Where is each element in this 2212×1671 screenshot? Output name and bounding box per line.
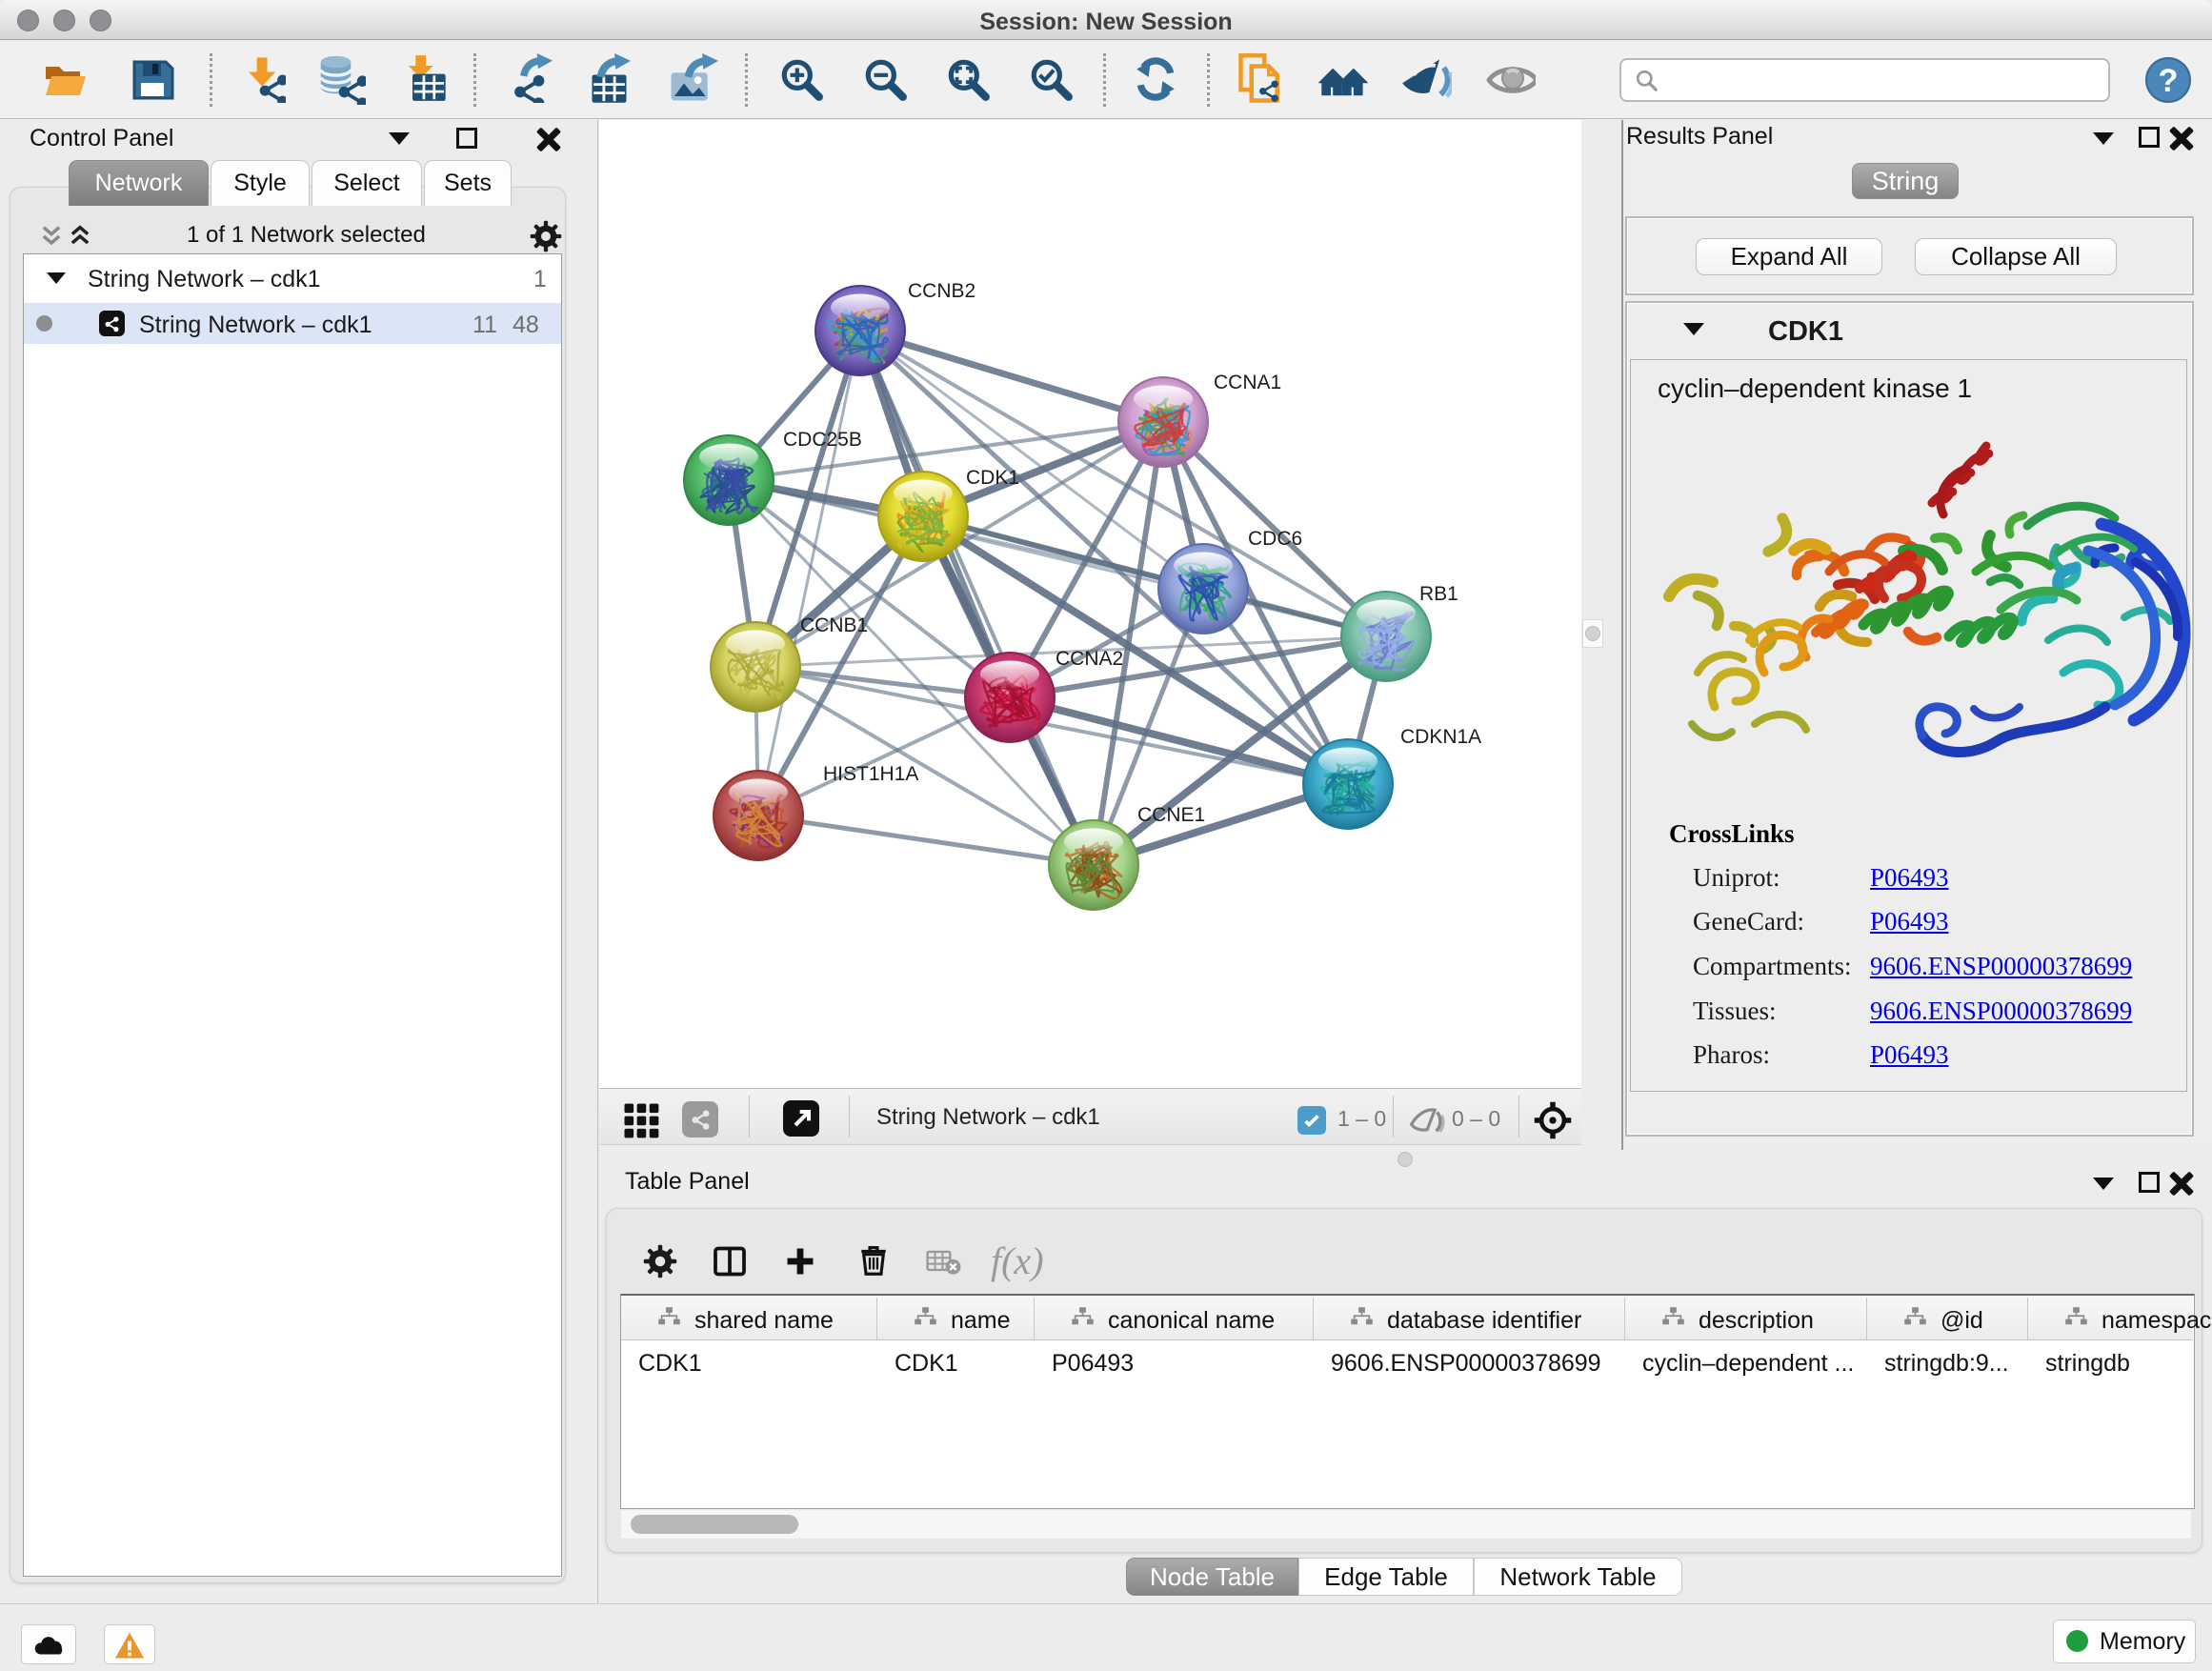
svg-text:CCNE1: CCNE1 — [1137, 804, 1205, 826]
svg-text:CDC25B: CDC25B — [783, 429, 862, 451]
svg-text:RB1: RB1 — [1419, 583, 1458, 605]
svg-text:CCNA1: CCNA1 — [1214, 372, 1281, 393]
svg-text:CDKN1A: CDKN1A — [1400, 726, 1481, 748]
svg-text:CCNB1: CCNB1 — [800, 614, 868, 636]
svg-text:CDK1: CDK1 — [966, 467, 1019, 489]
svg-text:CDC6: CDC6 — [1248, 528, 1302, 550]
svg-text:CCNB2: CCNB2 — [908, 280, 975, 302]
svg-text:CCNA2: CCNA2 — [1056, 648, 1123, 670]
svg-text:HIST1H1A: HIST1H1A — [823, 763, 918, 785]
